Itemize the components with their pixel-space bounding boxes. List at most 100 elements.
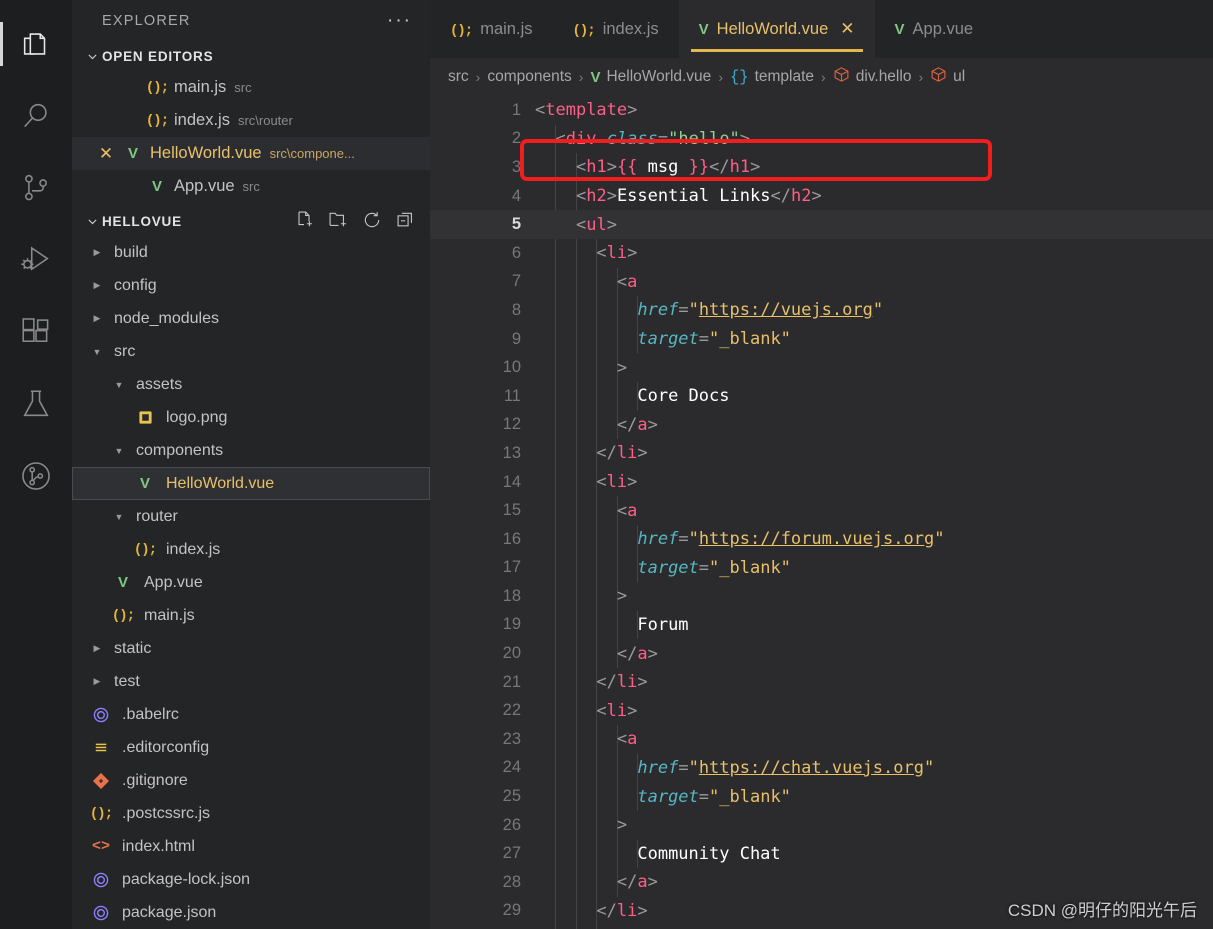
breadcrumb-separator: › xyxy=(821,69,826,85)
code-line[interactable]: 26 > xyxy=(430,811,1213,840)
activity-run-debug[interactable] xyxy=(0,224,72,296)
code-line[interactable]: 12 </a> xyxy=(430,411,1213,440)
token: template xyxy=(545,100,628,121)
activity-source-control[interactable] xyxy=(0,152,72,224)
watermark: CSDN @明仔的阳光午后 xyxy=(1007,901,1197,920)
code-line[interactable]: 10 > xyxy=(430,353,1213,382)
code-line[interactable]: 17 target="_blank" xyxy=(430,554,1213,583)
tree-file[interactable]: V HelloWorld.vue xyxy=(72,467,430,501)
editor-tab[interactable]: (); main.js xyxy=(430,0,553,58)
editor-tab[interactable]: V HelloWorld.vue ✕ xyxy=(678,0,875,58)
tree-folder[interactable]: ▼ router xyxy=(72,500,430,533)
breadcrumb-item[interactable]: src xyxy=(448,68,469,86)
tree-file[interactable]: package-lock.json xyxy=(72,863,430,896)
code-line[interactable]: 3 <h1>{{ msg }}</h1> xyxy=(430,153,1213,182)
tree-folder[interactable]: ▶ config xyxy=(72,269,430,302)
activity-extensions[interactable] xyxy=(0,296,72,368)
tree-file[interactable]: (); index.js xyxy=(72,533,430,566)
open-editor-item[interactable]: V App.vue src xyxy=(72,170,430,203)
more-actions-icon[interactable]: ··· xyxy=(387,11,412,30)
breadcrumb-item[interactable]: V HelloWorld.vue xyxy=(590,68,711,86)
code-line[interactable]: 15 <a xyxy=(430,496,1213,525)
code-line[interactable]: 14 <li> xyxy=(430,468,1213,497)
tree-file[interactable]: .editorconfig xyxy=(72,731,430,764)
token: https://vuejs.org xyxy=(698,300,873,321)
activity-git-graph[interactable] xyxy=(0,440,72,512)
code-line[interactable]: 27 Community Chat xyxy=(430,839,1213,868)
code-line[interactable]: 19 Forum xyxy=(430,611,1213,640)
new-folder-icon[interactable] xyxy=(328,210,348,233)
tree-folder[interactable]: ▶ node_modules xyxy=(72,302,430,335)
editor-tab[interactable]: V App.vue xyxy=(874,0,994,58)
code-line[interactable]: 11 Core Docs xyxy=(430,382,1213,411)
code-line[interactable]: 2 <div class="hello"> xyxy=(430,125,1213,154)
code-line[interactable]: 13 </li> xyxy=(430,439,1213,468)
code-line[interactable]: 28 </a> xyxy=(430,868,1213,897)
breadcrumb-item[interactable]: div.hello xyxy=(833,66,911,88)
code-line[interactable]: 23 <a xyxy=(430,725,1213,754)
breadcrumb-item[interactable]: components xyxy=(487,68,571,86)
collapse-all-icon[interactable] xyxy=(396,210,416,233)
editor-tab[interactable]: (); index.js xyxy=(552,0,679,58)
code-line[interactable]: 9 target="_blank" xyxy=(430,325,1213,354)
close-icon[interactable]: ✕ xyxy=(840,19,854,39)
tree-folder[interactable]: ▶ test xyxy=(72,665,430,698)
code-line[interactable]: 6 <li> xyxy=(430,239,1213,268)
tree-folder[interactable]: ▶ static xyxy=(72,632,430,665)
code-editor[interactable]: 1 <template> 2 <div class="hello"> 3 <h1>{{… xyxy=(430,96,1213,929)
open-editor-item[interactable]: (); main.js src xyxy=(72,71,430,104)
code-line[interactable]: 20 </a> xyxy=(430,639,1213,668)
code-line[interactable]: 22 <li> xyxy=(430,696,1213,725)
activity-explorer[interactable] xyxy=(0,8,72,80)
token: < xyxy=(535,100,546,121)
tree-label: build xyxy=(114,243,148,261)
close-icon[interactable]: ✕ xyxy=(94,144,118,164)
tree-file[interactable]: (); .postcssrc.js xyxy=(72,797,430,830)
chevron-right-icon: ▶ xyxy=(93,313,101,324)
code-line[interactable]: 30 <li> xyxy=(430,925,1213,929)
file-type-icon: (); xyxy=(108,608,138,624)
code-line[interactable]: 24 href="https://chat.vuejs.org" xyxy=(430,754,1213,783)
project-header[interactable]: HELLOVUE xyxy=(72,206,430,236)
token: < xyxy=(575,186,587,207)
code-text: target="_blank" xyxy=(535,787,791,807)
code-line[interactable]: 5 <ul> xyxy=(430,210,1213,239)
code-line[interactable]: 25 target="_blank" xyxy=(430,782,1213,811)
tree-file[interactable]: package.json xyxy=(72,896,430,929)
open-editor-item[interactable]: ✕ V HelloWorld.vue src\compone... xyxy=(72,137,430,171)
code-line[interactable]: 8 href="https://vuejs.org" xyxy=(430,296,1213,325)
new-file-icon[interactable] xyxy=(294,210,314,233)
tree-label: node_modules xyxy=(114,309,219,327)
git-icon xyxy=(93,772,109,789)
tree-folder[interactable]: ▶ build xyxy=(72,236,430,269)
code-line[interactable]: 21 </li> xyxy=(430,668,1213,697)
tree-folder[interactable]: ▼ src xyxy=(72,335,430,368)
activity-testing[interactable] xyxy=(0,368,72,440)
token: target xyxy=(637,557,699,578)
tree-folder[interactable]: ▼ assets xyxy=(72,368,430,401)
token: " xyxy=(872,300,884,321)
breadcrumb-item[interactable]: {} template xyxy=(730,68,814,86)
open-editor-item[interactable]: (); index.js src\router xyxy=(72,104,430,137)
js-icon: (); xyxy=(572,22,595,39)
tree-file[interactable]: .gitignore xyxy=(72,764,430,797)
open-editors-header[interactable]: OPEN EDITORS xyxy=(72,41,430,71)
tree-folder[interactable]: ▼ components xyxy=(72,434,430,467)
code-line[interactable]: 18 > xyxy=(430,582,1213,611)
breadcrumb-item[interactable]: ul xyxy=(930,66,965,88)
code-text: <a xyxy=(535,729,638,749)
tree-file[interactable]: <> index.html xyxy=(72,830,430,863)
tree-file[interactable]: logo.png xyxy=(72,401,430,434)
code-line[interactable]: 4 <h2>Essential Links</h2> xyxy=(430,182,1213,211)
tree-file[interactable]: V App.vue xyxy=(72,566,430,599)
line-number: 21 xyxy=(502,672,521,691)
code-line[interactable]: 7 <a xyxy=(430,268,1213,297)
line-number: 11 xyxy=(503,386,521,405)
code-line[interactable]: 1 <template> xyxy=(430,96,1213,125)
activity-search[interactable] xyxy=(0,80,72,152)
refresh-icon[interactable] xyxy=(362,210,382,233)
code-line[interactable]: 16 href="https://forum.vuejs.org" xyxy=(430,525,1213,554)
tree-file[interactable]: .babelrc xyxy=(72,698,430,731)
tree-file[interactable]: (); main.js xyxy=(72,599,430,632)
